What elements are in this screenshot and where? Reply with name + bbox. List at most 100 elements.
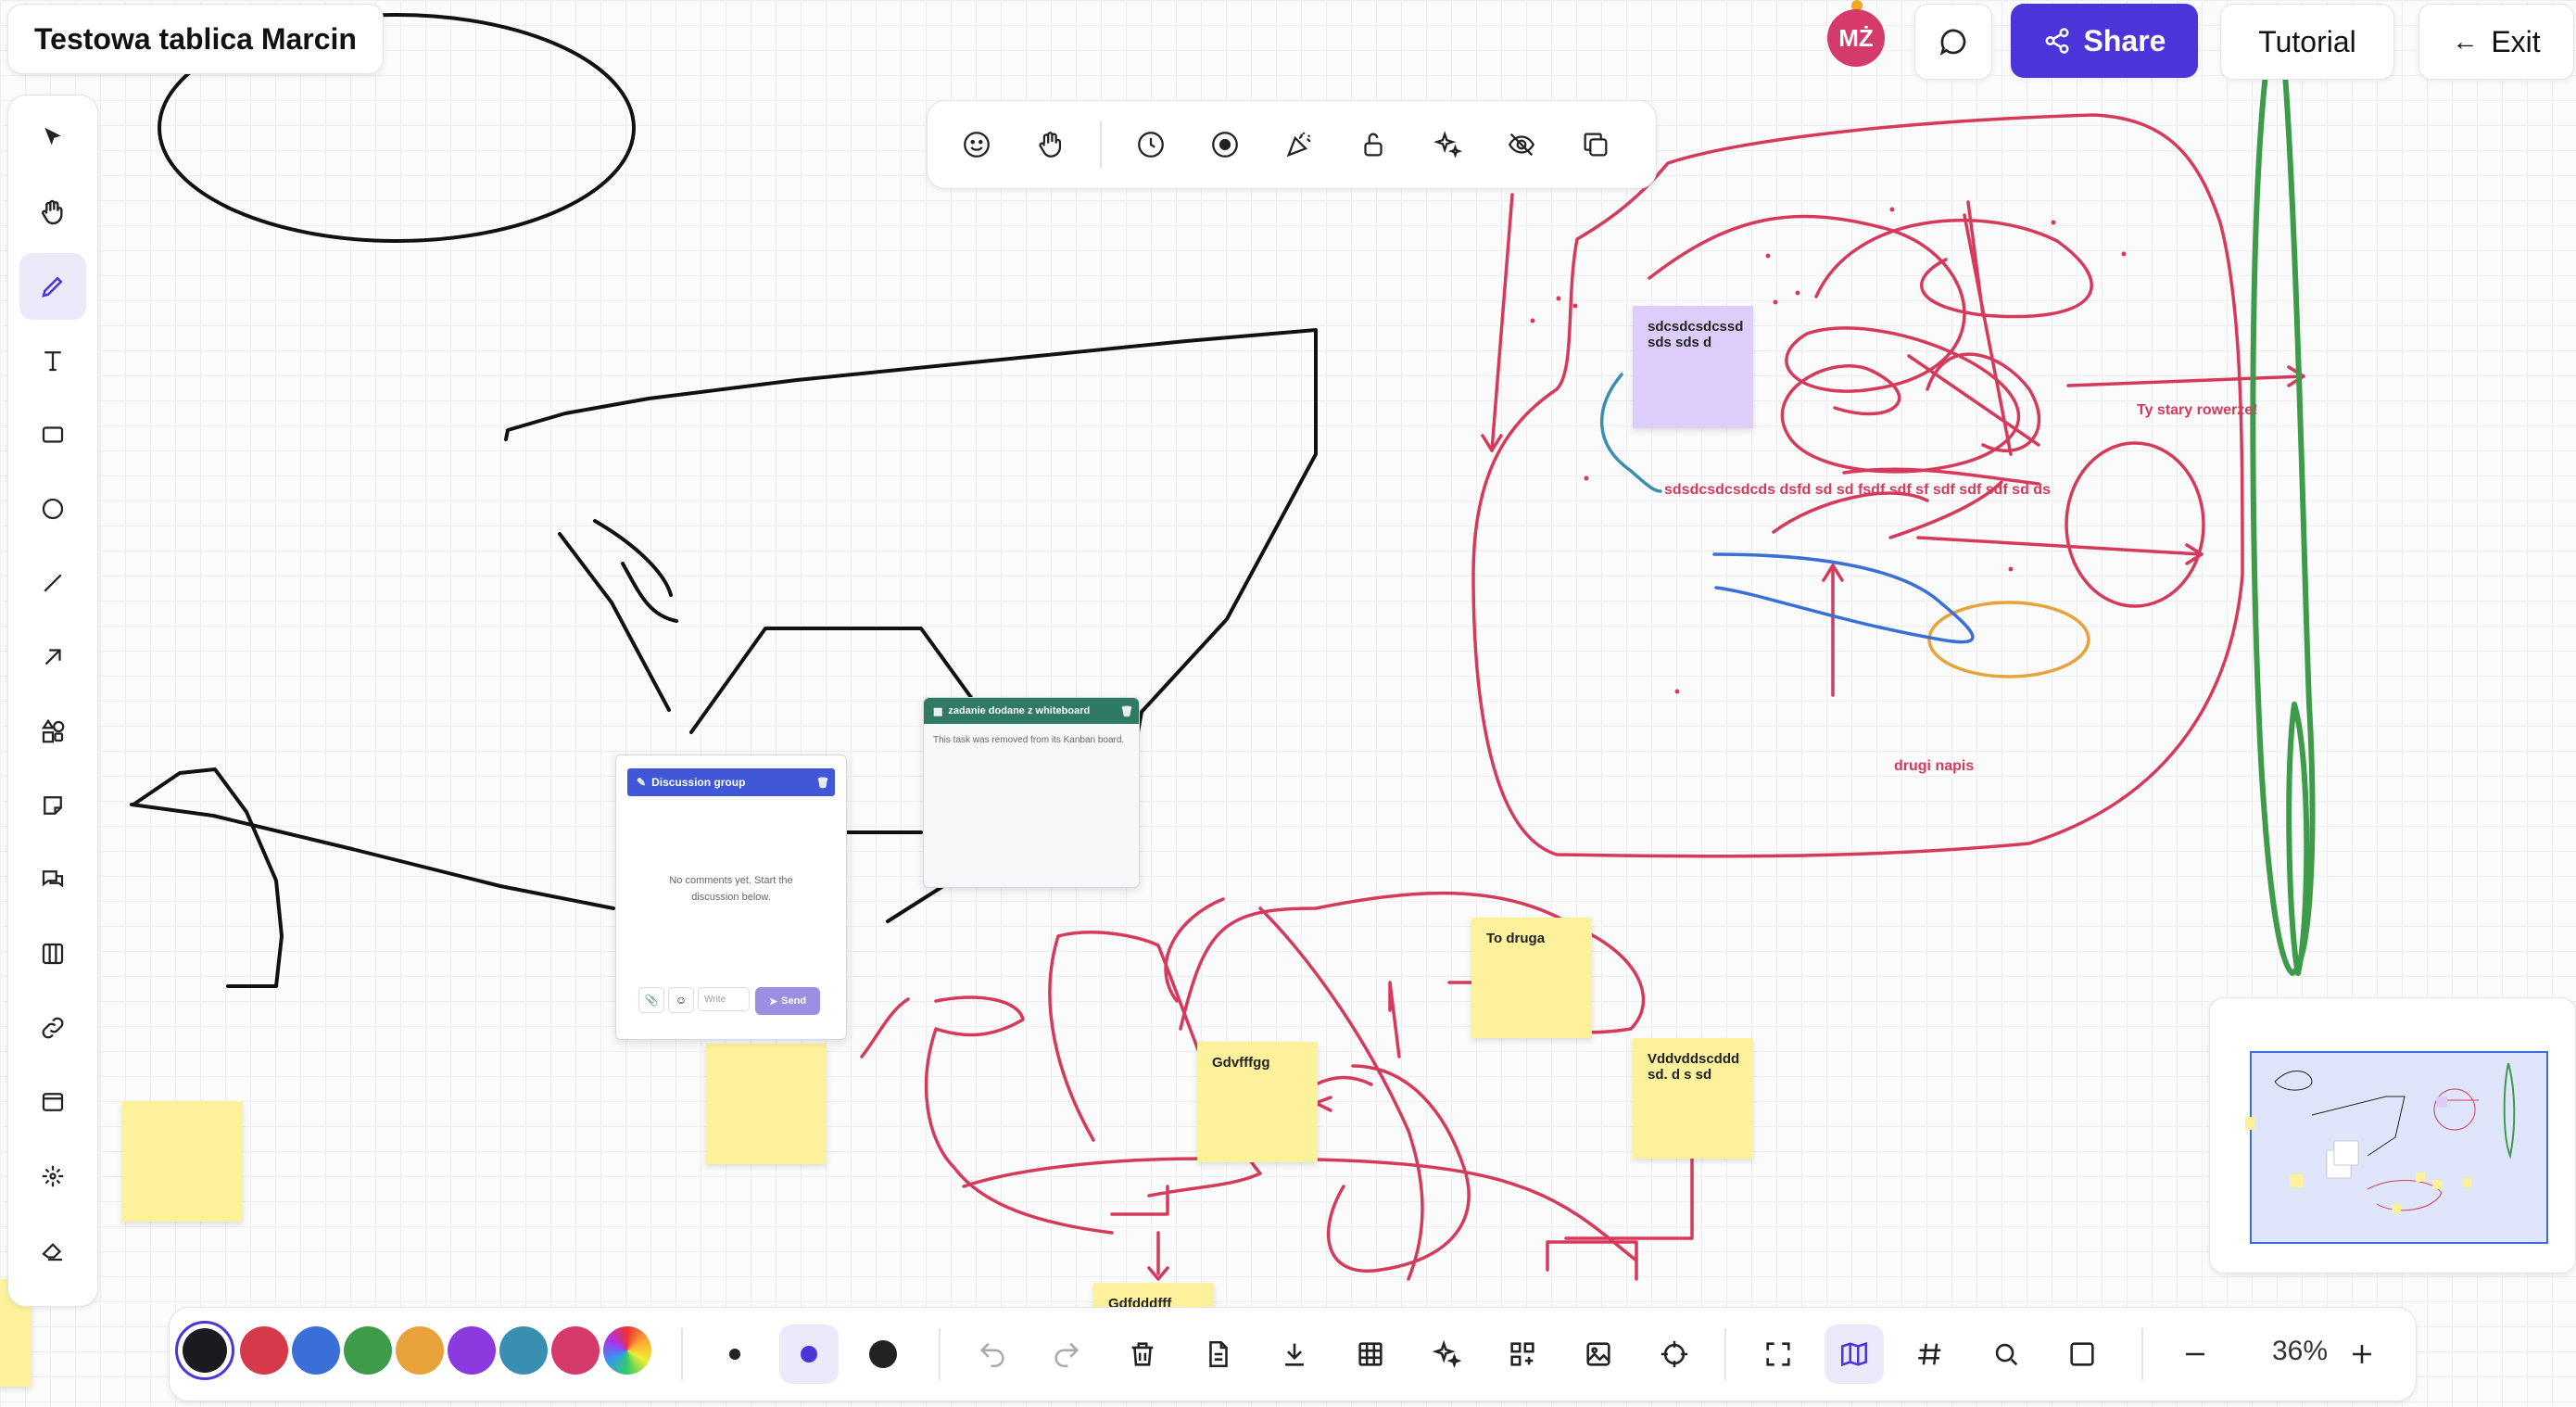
toolbar-divider — [681, 1328, 683, 1380]
attach-button[interactable]: 📎 — [638, 987, 664, 1013]
stroke-medium[interactable] — [779, 1325, 839, 1384]
shapes-tool[interactable] — [19, 698, 86, 765]
timer-button[interactable] — [1126, 120, 1176, 170]
fullscreen-icon — [1766, 1342, 1790, 1366]
comment-input[interactable]: Write — [698, 987, 750, 1011]
chat-button[interactable] — [1914, 4, 1992, 80]
document-button[interactable] — [1189, 1325, 1248, 1384]
share-button[interactable]: Share — [2011, 4, 2198, 78]
canvas-text-long[interactable]: sdsdcsdcsdcds dsfd sd sd fsdf sdf sf sdf… — [1664, 482, 2051, 499]
text-tool[interactable] — [19, 327, 86, 394]
whiteboard-canvas[interactable] — [0, 0, 2576, 1407]
pen-tool[interactable] — [19, 253, 86, 320]
sticky-note-purple[interactable]: sdcsdcsdcssd sds sds d — [1633, 306, 1753, 428]
table-icon — [1358, 1342, 1383, 1366]
sticky-note-to-druga[interactable]: To druga — [1471, 918, 1592, 1038]
color-teal[interactable] — [499, 1326, 548, 1375]
search-button[interactable] — [1976, 1325, 2036, 1384]
redo-icon — [1054, 1342, 1080, 1368]
map-button[interactable] — [1825, 1325, 1884, 1384]
zoom-out-button[interactable] — [2166, 1325, 2225, 1384]
image-button[interactable] — [1569, 1325, 1628, 1384]
color-blue[interactable] — [292, 1326, 340, 1375]
ai-tools-button[interactable] — [1417, 1325, 1476, 1384]
ellipse-tool[interactable] — [19, 475, 86, 542]
trash-icon[interactable]: 🗑 — [1120, 705, 1133, 717]
tutorial-label: Tutorial — [2258, 24, 2356, 58]
task-card[interactable]: ▦ zadanie dodane z whiteboard 🗑 This tas… — [923, 697, 1140, 888]
tutorial-button[interactable]: Tutorial — [2220, 4, 2394, 80]
sticky-note-tool[interactable] — [19, 772, 86, 839]
send-button[interactable]: ➤ Send — [755, 987, 820, 1015]
hand-tool[interactable] — [19, 179, 86, 246]
stroke-small[interactable] — [705, 1325, 764, 1384]
discussion-card[interactable]: ✎ Discussion group 🗑 No comments yet. St… — [615, 754, 847, 1040]
color-red[interactable] — [240, 1326, 288, 1375]
arrow-left-icon: ← — [2452, 27, 2479, 56]
target-button[interactable] — [1645, 1325, 1704, 1384]
toolbar-divider — [939, 1328, 941, 1380]
toolbar-divider — [1724, 1328, 1726, 1380]
add-widget-button[interactable] — [1493, 1325, 1552, 1384]
canvas-text-drugi-napis[interactable]: drugi napis — [1894, 758, 1974, 775]
grid-plus-icon — [1510, 1342, 1534, 1366]
dots-grid-button[interactable] — [2052, 1325, 2112, 1384]
raise-hand-button[interactable] — [1026, 120, 1076, 170]
comment-tool[interactable] — [19, 846, 86, 913]
color-pink[interactable] — [551, 1326, 600, 1375]
kanban-tool[interactable] — [19, 920, 86, 987]
lock-button[interactable] — [1348, 120, 1398, 170]
color-black[interactable] — [175, 1321, 234, 1380]
undo-button[interactable] — [963, 1325, 1022, 1384]
rectangle-tool[interactable] — [19, 401, 86, 468]
link-tool[interactable] — [19, 995, 86, 1061]
hide-button[interactable] — [1496, 120, 1547, 170]
exit-button[interactable]: ← Exit — [2418, 4, 2574, 80]
board-title[interactable]: Testowa tablica Marcin — [7, 4, 384, 74]
line-tool[interactable] — [19, 550, 86, 616]
canvas-text-ty-stary[interactable]: Ty stary rowerze! — [2137, 402, 2257, 419]
celebrate-button[interactable] — [1274, 120, 1324, 170]
download-button[interactable] — [1265, 1325, 1324, 1384]
unlock-icon — [1364, 133, 1383, 157]
delete-button[interactable] — [1113, 1325, 1172, 1384]
plus-icon — [2353, 1345, 2371, 1363]
emoji-button[interactable]: ☺ — [668, 987, 694, 1013]
target-icon — [1661, 1340, 1688, 1368]
color-picker[interactable] — [603, 1326, 651, 1375]
copy-icon — [1584, 133, 1608, 157]
user-avatar[interactable]: MŻ — [1827, 9, 1885, 67]
record-button[interactable] — [1200, 120, 1250, 170]
color-green[interactable] — [344, 1326, 392, 1375]
color-orange[interactable] — [396, 1326, 444, 1375]
frame-tool[interactable] — [19, 1069, 86, 1135]
table-button[interactable] — [1341, 1325, 1400, 1384]
redo-button[interactable] — [1037, 1325, 1096, 1384]
reactions-button[interactable] — [952, 120, 1002, 170]
red-arrow-stroke — [2066, 374, 2305, 387]
task-body: This task was removed from its Kanban bo… — [933, 735, 1125, 745]
stroke-large[interactable] — [853, 1325, 913, 1384]
hash-icon — [1918, 1343, 1941, 1365]
red-ellipse-stroke — [2065, 441, 2205, 608]
ai-button[interactable] — [1422, 120, 1472, 170]
sticky-note-icon — [44, 796, 62, 815]
sticky-note-vddvdd[interactable]: Vddvddscddd sd. d s sd — [1633, 1038, 1753, 1159]
sticky-note-empty[interactable] — [706, 1044, 827, 1164]
sticky-note-empty[interactable] — [122, 1101, 243, 1222]
zoom-in-button[interactable] — [2332, 1325, 2392, 1384]
sticky-note-gdvfffgg[interactable]: Gdvfffgg — [1197, 1042, 1318, 1162]
grid-button[interactable] — [1900, 1325, 1960, 1384]
columns-icon — [42, 943, 64, 965]
line-icon — [44, 574, 62, 592]
eraser-tool[interactable] — [19, 1217, 86, 1284]
minimap[interactable] — [2209, 997, 2576, 1274]
color-purple[interactable] — [448, 1326, 496, 1375]
fullscreen-button[interactable] — [1749, 1325, 1808, 1384]
select-tool[interactable] — [19, 105, 86, 171]
trash-icon[interactable]: 🗑 — [816, 777, 829, 789]
duplicate-button[interactable] — [1571, 120, 1621, 170]
laser-tool[interactable] — [19, 1143, 86, 1210]
undo-icon — [979, 1342, 1004, 1368]
arrow-tool[interactable] — [19, 624, 86, 691]
